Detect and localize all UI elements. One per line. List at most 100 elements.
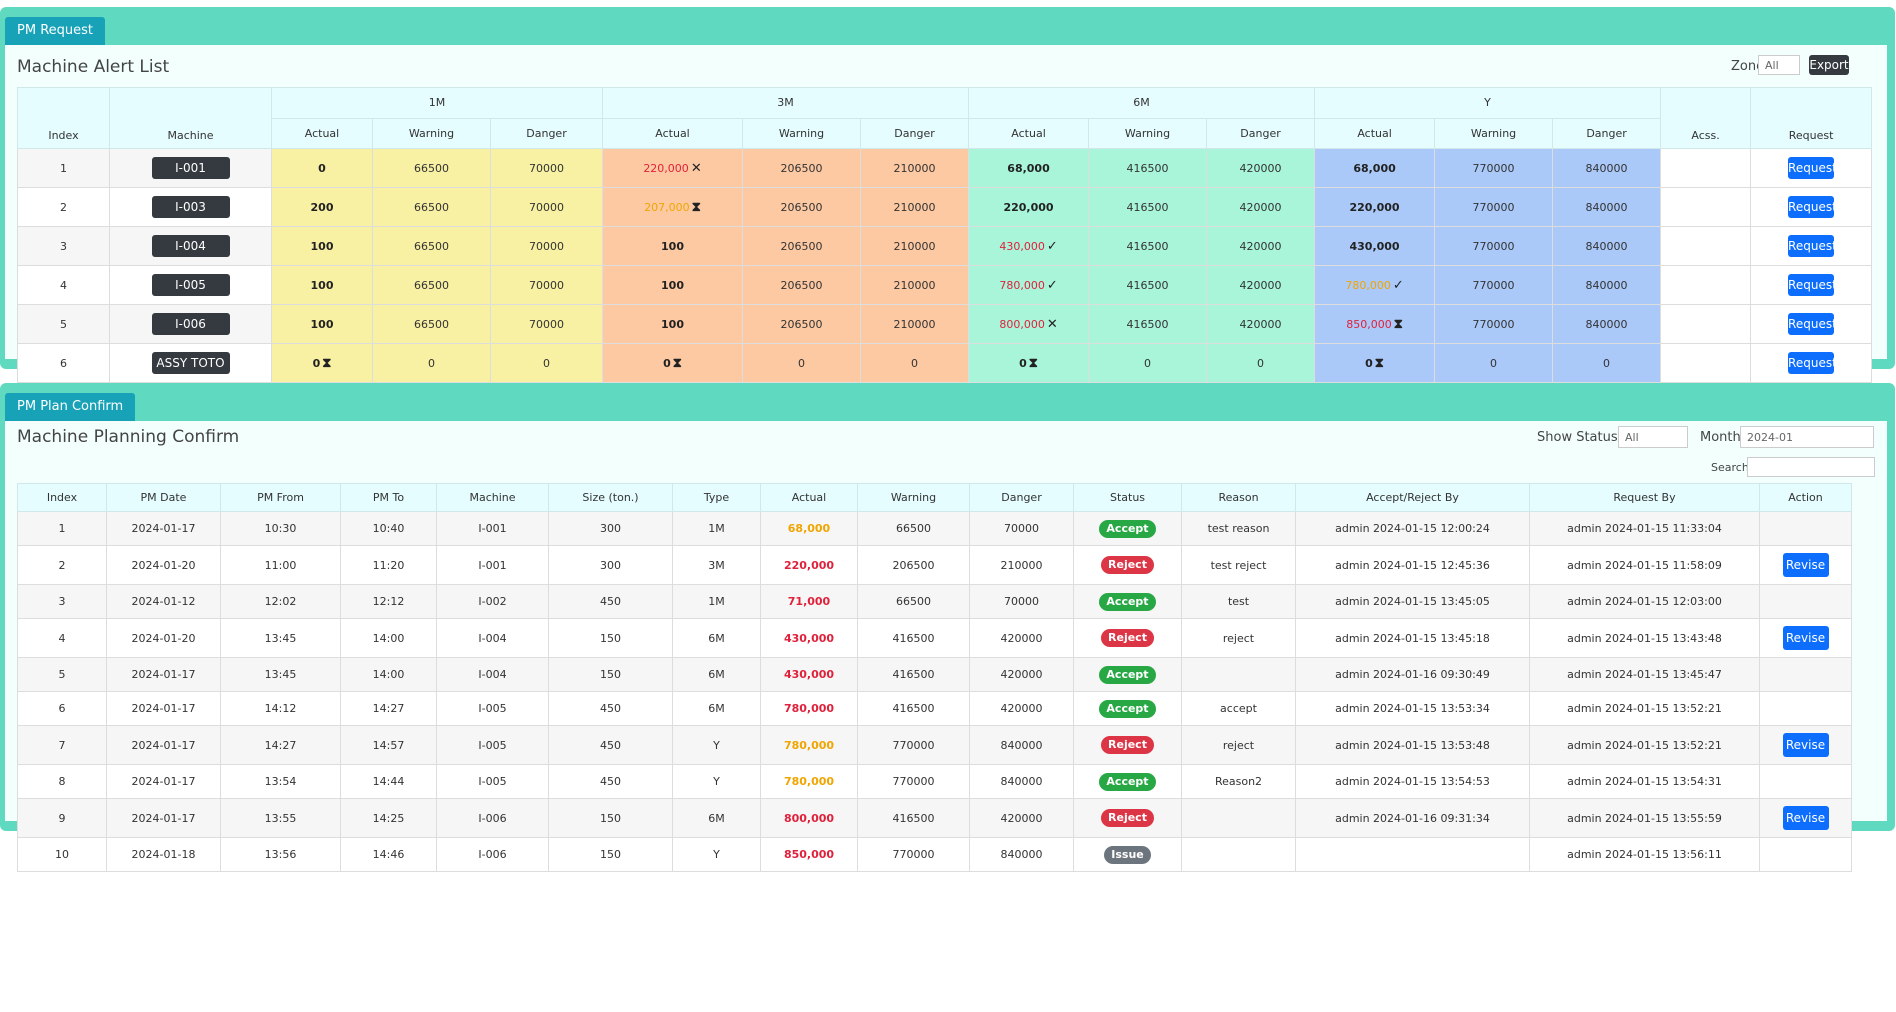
pm-to-cell: 12:12 (340, 584, 437, 619)
alert-row: 5 I-006 100 66500 70000 100 206500 210000 800,00… (17, 304, 1873, 344)
status-cell: Reject (1073, 798, 1182, 838)
pm-from-cell: 13:45 (220, 618, 341, 658)
column-header[interactable]: Reason (1181, 483, 1296, 512)
alert-row: 2 I-003 200 66500 70000 207,000 ⧗ 206500 210000 2… (17, 187, 1873, 227)
warning-cell: 770000 (1434, 148, 1554, 188)
export-button[interactable]: Export (1809, 55, 1849, 75)
col-group: 6M (968, 87, 1316, 119)
size-cell: 450 (548, 764, 673, 799)
actual-cell: 780,000 ✓ (968, 265, 1090, 305)
request-by-cell: admin 2024-01-15 13:54:31 (1529, 764, 1760, 799)
warning-cell: 66500 (372, 148, 491, 188)
column-header[interactable]: Type (672, 483, 761, 512)
status-badge: Accept (1099, 772, 1156, 791)
machine-cell: I-001 (109, 148, 272, 188)
machine-cell: ASSY TOTO (109, 343, 272, 383)
danger-cell: 840000 (969, 725, 1074, 765)
actual-value: 100 (661, 239, 684, 253)
column-header[interactable]: Warning (857, 483, 970, 512)
table-row: 5 2024-01-17 13:45 14:00 I-004 150 6M 430,000 41… (17, 657, 1852, 692)
tab-pm-request[interactable]: PM Request (5, 17, 105, 45)
row-index: 2 (17, 187, 110, 227)
reason-cell: reject (1181, 725, 1296, 765)
actual-cell: 207,000 ⧗ (602, 187, 744, 227)
request-cell: Request (1750, 148, 1873, 188)
actual-value: 0 (312, 356, 321, 370)
column-header[interactable]: Size (ton.) (548, 483, 673, 512)
size-cell: 450 (548, 691, 673, 726)
pm-from-cell: 14:27 (220, 725, 341, 765)
tab-pm-plan-confirm[interactable]: PM Plan Confirm (5, 393, 136, 421)
request-by-cell: admin 2024-01-15 13:45:47 (1529, 657, 1760, 692)
machine-badge[interactable]: I-004 (151, 235, 230, 257)
column-header[interactable]: Accept/Reject By (1295, 483, 1530, 512)
actual-value: 0 (318, 161, 326, 175)
machine-badge[interactable]: ASSY TOTO (151, 352, 230, 374)
revise-button[interactable]: Revise (1782, 553, 1829, 577)
danger-cell: 0 (489, 343, 604, 383)
machine-badge[interactable]: I-003 (151, 196, 230, 218)
column-header[interactable]: Request By (1529, 483, 1760, 512)
size-cell: 450 (548, 725, 673, 765)
danger-cell: 840000 (1552, 148, 1662, 188)
search-input[interactable] (1747, 457, 1875, 477)
col-actual: Actual (602, 117, 744, 149)
request-button[interactable]: Request (1788, 352, 1837, 374)
request-button[interactable]: Request (1788, 313, 1837, 335)
show-status-select[interactable]: All (1618, 426, 1688, 448)
machine-badge[interactable]: I-005 (151, 274, 230, 296)
actual-cell: 430,000 ✓ (968, 226, 1090, 266)
revise-button[interactable]: Revise (1782, 806, 1829, 830)
revise-button[interactable]: Revise (1782, 626, 1829, 650)
danger-cell: 70000 (489, 148, 604, 188)
col-actual: Actual (968, 117, 1090, 149)
accept-by-cell: admin 2024-01-15 13:45:18 (1295, 618, 1530, 658)
alert-row: 1 I-001 0 66500 70000 220,000 ✕ 206500 210000 68,… (17, 148, 1873, 188)
danger-cell: 70000 (969, 511, 1074, 546)
planning-title: Machine Planning Confirm (17, 427, 240, 447)
zone-select[interactable]: All (1758, 55, 1800, 75)
column-header[interactable]: Actual (760, 483, 858, 512)
status-cell: Reject (1073, 618, 1182, 658)
request-by-cell: admin 2024-01-15 13:52:21 (1529, 691, 1760, 726)
warning-cell: 206500 (742, 148, 862, 188)
actual-value: 68,000 (1007, 161, 1050, 175)
pm-date-cell: 2024-01-17 (106, 725, 221, 765)
column-header[interactable]: Status (1073, 483, 1182, 512)
warning-cell: 770000 (1434, 187, 1554, 227)
machine-badge[interactable]: I-001 (151, 157, 230, 179)
accept-by-cell: admin 2024-01-15 13:53:48 (1295, 725, 1530, 765)
actual-cell: 68,000 (1314, 148, 1436, 188)
pm-plan-body: Machine Planning Confirm Show Status: Al… (5, 421, 1887, 872)
danger-cell: 210000 (860, 226, 970, 266)
actual-value: 200 (310, 200, 334, 214)
revise-button[interactable]: Revise (1782, 733, 1829, 757)
request-button[interactable]: Request (1788, 196, 1837, 218)
warning-cell: 0 (742, 343, 862, 383)
type-cell: 3M (672, 545, 761, 585)
request-button[interactable]: Request (1788, 157, 1837, 179)
reason-cell (1181, 798, 1296, 838)
warning-cell: 0 (1434, 343, 1554, 383)
machine-badge[interactable]: I-006 (151, 313, 230, 335)
warning-cell: 66500 (372, 187, 491, 227)
status-cell: Accept (1073, 764, 1182, 799)
close-icon: ✕ (690, 160, 702, 176)
column-header[interactable]: PM From (220, 483, 341, 512)
column-header[interactable]: PM To (340, 483, 437, 512)
status-badge: Issue (1104, 845, 1151, 864)
danger-cell: 840000 (1552, 304, 1662, 344)
machine-cell: I-004 (436, 618, 549, 658)
column-header[interactable]: Machine (436, 483, 549, 512)
pm-plan-panel: PM Plan Confirm Machine Planning Confirm… (0, 383, 1895, 872)
request-button[interactable]: Request (1788, 235, 1837, 257)
column-header[interactable]: Danger (969, 483, 1074, 512)
column-header[interactable]: Action (1759, 483, 1852, 512)
request-button[interactable]: Request (1788, 274, 1837, 296)
danger-cell: 70000 (489, 226, 604, 266)
column-header[interactable]: Index (17, 483, 107, 512)
column-header[interactable]: PM Date (106, 483, 221, 512)
request-by-cell: admin 2024-01-15 11:58:09 (1529, 545, 1760, 585)
month-input[interactable]: 2024-01 (1740, 426, 1874, 448)
size-cell: 150 (548, 618, 673, 658)
